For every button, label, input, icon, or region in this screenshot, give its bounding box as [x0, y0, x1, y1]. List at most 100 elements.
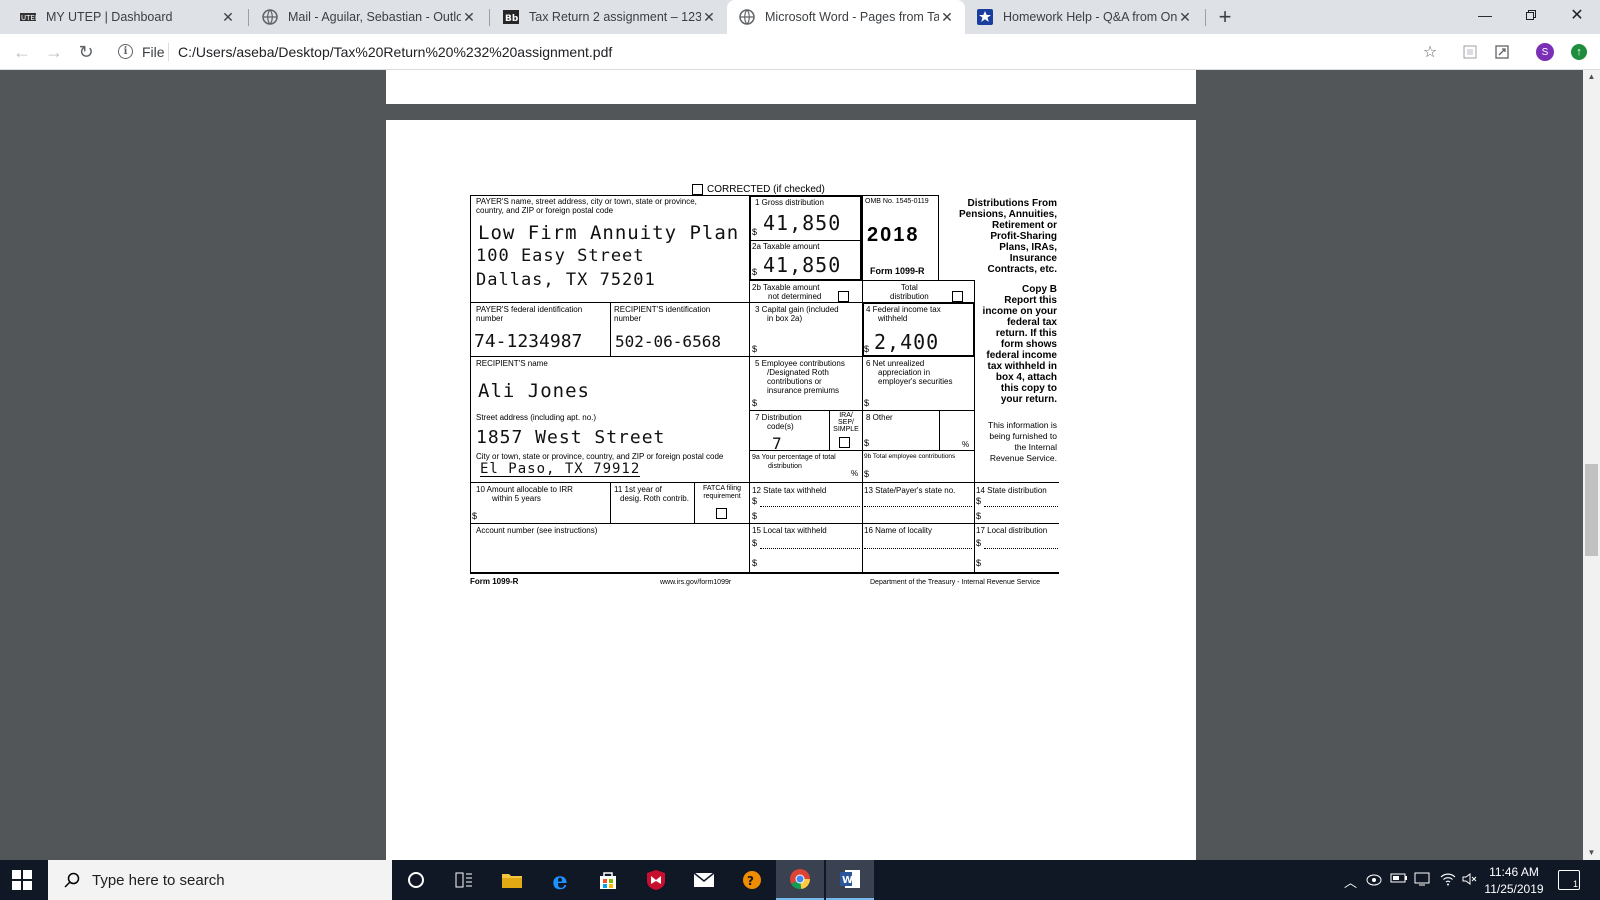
update-icon[interactable]: ↑	[1571, 44, 1587, 60]
info-icon[interactable]: i	[118, 44, 133, 59]
volume-muted-icon[interactable]	[1462, 872, 1478, 889]
word-icon[interactable]: W	[826, 860, 874, 900]
extension-icon[interactable]	[1490, 40, 1514, 64]
form-footer-department: Department of the Treasury - Internal Re…	[870, 579, 1041, 586]
close-icon[interactable]: ✕	[701, 9, 717, 25]
scroll-up-icon[interactable]: ▲	[1586, 72, 1597, 81]
minimize-icon[interactable]: —	[1462, 0, 1508, 30]
display-icon[interactable]	[1414, 872, 1430, 889]
file-scheme-label[interactable]: File	[142, 44, 165, 60]
mail-icon[interactable]	[680, 860, 728, 900]
form-rule	[470, 572, 1059, 574]
scroll-down-icon[interactable]: ▼	[1586, 848, 1597, 857]
tab-title: MY UTEP | Dashboard	[46, 10, 173, 24]
profile-avatar[interactable]: S	[1536, 43, 1554, 61]
recipient-city-value: El Paso, TX 79912	[480, 461, 641, 477]
task-view-icon[interactable]	[440, 860, 488, 900]
total-distribution-label: Total distribution	[890, 283, 929, 301]
furnished-line: Revenue Service.	[989, 453, 1057, 463]
corrected-checkbox-row: CORRECTED (if checked)	[692, 184, 825, 195]
city-label: City or town, state or province, country…	[476, 452, 724, 461]
battery-icon[interactable]	[1390, 872, 1408, 887]
show-hidden-icons-chevron-icon[interactable]: ︿	[1344, 872, 1357, 891]
tab-my-utep[interactable]: UTEP MY UTEP | Dashboard ✕	[8, 0, 246, 34]
box10-dollar: $	[472, 511, 478, 521]
form-rule	[470, 482, 1059, 483]
box6-label-line: 6 Net unrealized	[866, 359, 925, 368]
vertical-scrollbar[interactable]: ▲ ▼	[1583, 70, 1600, 860]
address-bar-url[interactable]: C:/Users/aseba/Desktop/Tax%20Return%20%2…	[178, 44, 612, 60]
edge-icon[interactable]: e	[536, 860, 584, 900]
restore-icon[interactable]	[1508, 0, 1554, 30]
close-icon[interactable]: ✕	[1177, 9, 1193, 25]
box6-label-line: employer's securities	[878, 377, 953, 386]
tab-title: Mail - Aguilar, Sebastian - Outlo	[288, 10, 461, 24]
browser-toolbar: ← → ↻ i File C:/Users/aseba/Desktop/Tax%…	[0, 34, 1600, 70]
box13-label: 13 State/Payer's state no.	[864, 486, 956, 495]
svg-text:UTEP: UTEP	[21, 14, 36, 22]
total-distribution-checkbox[interactable]	[952, 291, 963, 302]
ira-label-line: SIMPLE	[833, 426, 859, 433]
tab-microsoft-word-pdf[interactable]: Microsoft Word - Pages from Tax ✕	[727, 0, 965, 34]
notification-count: 1	[1572, 879, 1578, 889]
tab-divider	[489, 9, 490, 26]
svg-text:?: ?	[747, 874, 754, 888]
corrected-checkbox[interactable]	[692, 184, 703, 195]
tab-tax-return-assignment[interactable]: Bb Tax Return 2 assignment – 12347 ✕	[491, 0, 727, 34]
box6-label: 6 Net unrealized appreciation in employe…	[866, 359, 952, 386]
box14-dotted-rule	[984, 506, 1058, 507]
box12-dollar: $	[752, 511, 758, 521]
box15-dollar: $	[752, 558, 758, 568]
box11-label-line: desig. Roth contrib.	[620, 494, 689, 503]
new-tab-plus-icon[interactable]: +	[1213, 4, 1237, 29]
fatca-checkbox[interactable]	[716, 508, 727, 519]
form-rule	[694, 482, 695, 523]
ira-sep-simple-label: IRA/ SEP/ SIMPLE	[831, 412, 861, 433]
window-close-icon[interactable]: ✕	[1554, 0, 1600, 30]
form-title-line: Plans, IRAs,	[999, 242, 1057, 253]
form-rule	[470, 523, 1059, 524]
box17-label: 17 Local distribution	[976, 526, 1048, 535]
chrome-icon[interactable]	[776, 860, 824, 900]
close-icon[interactable]: ✕	[939, 9, 955, 25]
box10-label-line: 10 Amount allocable to IRR	[476, 485, 573, 494]
store-icon[interactable]	[584, 860, 632, 900]
form-footer-url: www.irs.gov/form1099r	[660, 579, 732, 586]
ira-sep-simple-checkbox[interactable]	[839, 437, 850, 448]
scrollbar-thumb[interactable]	[1585, 464, 1598, 556]
app-icon[interactable]: ?	[728, 860, 776, 900]
forward-arrow-icon[interactable]: →	[40, 38, 68, 66]
file-explorer-icon[interactable]	[488, 860, 536, 900]
mcafee-icon[interactable]	[632, 860, 680, 900]
clock-time: 11:46 AM	[1489, 865, 1539, 879]
box15-dotted-rule	[760, 548, 860, 549]
back-arrow-icon[interactable]: ←	[8, 38, 36, 66]
form-rule	[938, 195, 939, 280]
notification-center-icon[interactable]: 1	[1558, 870, 1580, 890]
payer-city-value: Dallas, TX 75201	[476, 270, 656, 290]
recipient-tin-label: RECIPIENT'S identification number	[614, 305, 710, 323]
payer-label: PAYER'S name, street address, city or to…	[476, 197, 697, 215]
form-title-line: Distributions From	[967, 198, 1057, 209]
recipient-tin-label-line: RECIPIENT'S identification	[614, 305, 711, 314]
tab-homework-help[interactable]: Homework Help - Q&A from Onl ✕	[965, 0, 1203, 34]
box1-dollar: $	[752, 227, 758, 237]
furnished-line: This information is	[988, 420, 1057, 430]
close-icon[interactable]: ✕	[461, 9, 477, 25]
system-clock[interactable]: 11:46 AM 11/25/2019	[1484, 864, 1544, 898]
cortana-icon[interactable]	[392, 860, 440, 900]
box2b-checkbox[interactable]	[838, 291, 849, 302]
form-rule	[749, 410, 975, 411]
tab-mail[interactable]: Mail - Aguilar, Sebastian - Outlo ✕	[250, 0, 487, 34]
taskbar-search-box[interactable]: Type here to search	[48, 860, 392, 900]
bookmark-star-icon[interactable]: ☆	[1418, 40, 1442, 64]
box2a-dollar: $	[752, 267, 758, 277]
box8-dollar: $	[864, 438, 870, 448]
windows-start-icon[interactable]	[12, 870, 32, 890]
network-status-icon[interactable]	[1366, 872, 1382, 889]
close-icon[interactable]: ✕	[220, 9, 236, 25]
extension-icon[interactable]	[1458, 40, 1482, 64]
box5-label-line: 5 Employee contributions	[755, 359, 845, 368]
wifi-icon[interactable]	[1440, 872, 1456, 889]
reload-icon[interactable]: ↻	[72, 38, 100, 66]
